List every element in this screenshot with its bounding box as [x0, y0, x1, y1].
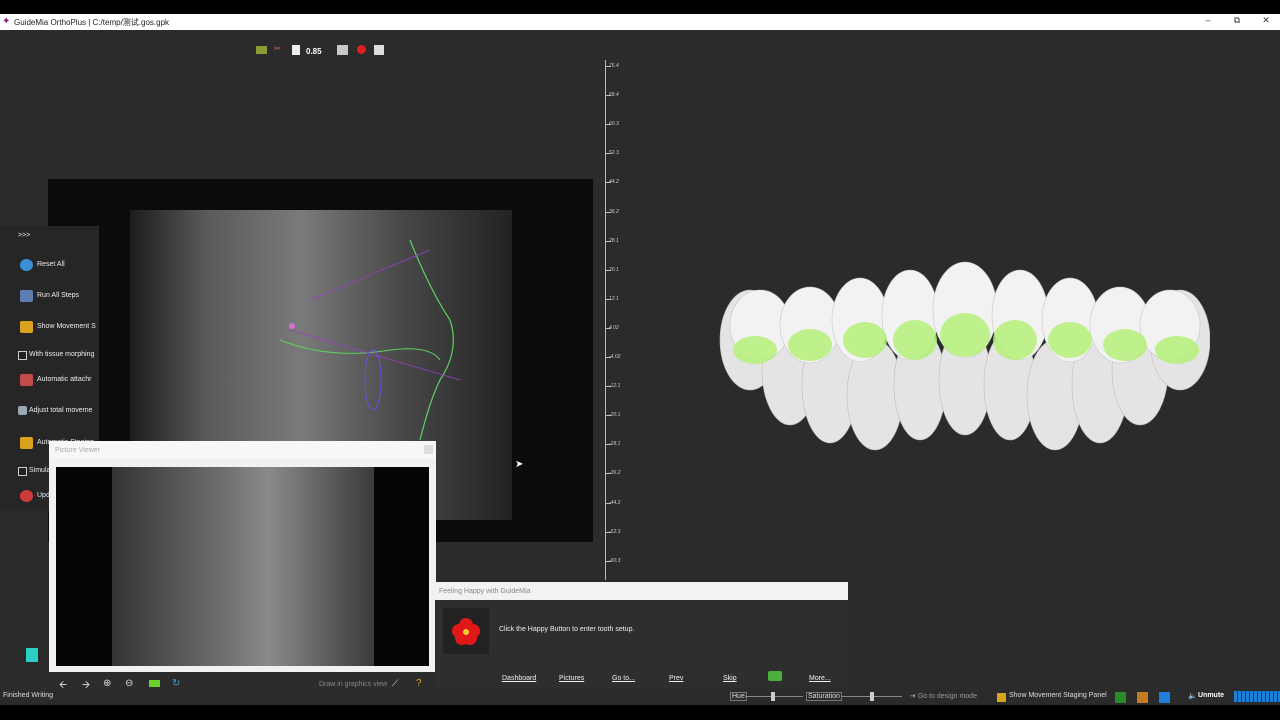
adjust-icon [18, 406, 27, 415]
ruler-label: -36.2 [609, 470, 621, 477]
viewer-close-button[interactable] [424, 445, 433, 454]
speaker-icon[interactable]: 🔈 [1188, 692, 1197, 700]
columns-icon[interactable] [1137, 692, 1148, 703]
side-panel-expand-button[interactable]: >>> [18, 232, 30, 239]
teeth-render [719, 261, 1211, 451]
ruler-label: -20.1 [609, 412, 621, 419]
ruler-label: 68.4 [609, 92, 619, 99]
zoom-value: 0.85 [306, 47, 322, 56]
ruler-label: -12.1 [609, 383, 621, 390]
ruler-label: 12.1 [609, 295, 619, 302]
automatic-attachment-button[interactable]: Automatic attachr [0, 369, 99, 391]
flower-icon [452, 618, 480, 645]
document-icon[interactable] [292, 45, 300, 55]
prev-link[interactable]: Prev [669, 675, 683, 682]
reset-icon [20, 259, 33, 271]
dashboard-link[interactable]: Dashboard [502, 675, 536, 682]
happy-dialog-header[interactable]: Feeling Happy with GuideMia [435, 582, 848, 600]
saturation-slider-handle[interactable] [870, 692, 874, 701]
ruler-label: 76.4 [609, 63, 619, 69]
tissue-morphing-checkbox[interactable]: With tissue morphing [0, 344, 99, 366]
checkbox-box[interactable] [18, 467, 27, 476]
app-logo-icon: ✦ [2, 16, 11, 27]
viewer-xray-content [112, 467, 374, 666]
staging-panel-icon [997, 693, 1006, 702]
go-to-design-mode-button[interactable]: ➔ Go to design mode [910, 692, 977, 700]
volume-meter [1234, 691, 1280, 702]
chart-icon[interactable] [1115, 692, 1126, 703]
ruler-label: 4.02 [609, 324, 619, 331]
title-bar: ✦ GuideMia OrthoPlus | C:/temp/测试.gos.gp… [0, 14, 1280, 30]
ruler-label: -4.02 [609, 354, 621, 360]
picture-viewer-header[interactable]: Picture Viewer [49, 441, 436, 459]
maximize-button[interactable]: ⧉ [1228, 15, 1246, 26]
viewer-xray-image [56, 467, 429, 666]
mouse-cursor-icon: ➤ [515, 459, 524, 470]
draw-in-graphics-label: Draw in graphics view [319, 681, 388, 688]
go-to-link[interactable]: Go to... [612, 675, 635, 682]
ruler-label: -44.2 [609, 499, 621, 506]
ruler-label: 44.2 [609, 179, 619, 186]
unmute-button[interactable]: Unmute [1198, 692, 1224, 699]
more-link[interactable]: More... [809, 675, 831, 682]
record-icon[interactable] [357, 45, 366, 54]
show-movement-staging-panel-button[interactable]: Show Movement Staging Panel [1009, 692, 1107, 699]
camera-icon[interactable] [768, 671, 782, 681]
happy-dialog-message: Click the Happy Button to enter tooth se… [499, 626, 635, 633]
picture-viewer-title: Picture Viewer [55, 447, 101, 454]
design-mode-label: Go to design mode [917, 693, 977, 700]
movement-grid-icon [20, 321, 33, 333]
layer-icon[interactable] [256, 46, 267, 54]
reset-all-button[interactable]: Reset All [0, 254, 99, 276]
layout-icon[interactable] [1159, 692, 1170, 703]
fit-icon[interactable] [149, 680, 160, 687]
window-title: GuideMia OrthoPlus | C:/temp/测试.gos.gpk [14, 18, 170, 27]
hue-slider-handle[interactable] [771, 692, 775, 701]
close-button[interactable]: ✕ [1257, 15, 1275, 26]
expand-icon[interactable] [374, 45, 384, 55]
ruler-label: 20.1 [609, 266, 619, 273]
pictures-link[interactable]: Pictures [559, 675, 584, 682]
ruler-label: 60.3 [609, 121, 619, 128]
adjust-total-movement-button[interactable]: Adjust total moveme [0, 400, 99, 422]
ruler-label: -28.1 [609, 441, 621, 448]
skip-link[interactable]: Skip [723, 675, 737, 682]
tooth-marker-icon[interactable] [26, 648, 38, 662]
update-icon [20, 490, 33, 502]
run-all-steps-button[interactable]: Run All Steps [0, 285, 99, 307]
happy-button[interactable] [443, 608, 489, 654]
checkbox-box[interactable] [18, 351, 27, 360]
ruler-label: -52.3 [609, 528, 621, 535]
ruler-label: 36.2 [609, 208, 619, 215]
happy-dialog-title: Feeling Happy with GuideMia [439, 588, 531, 595]
tooth-icon[interactable]: ✂ [274, 44, 281, 56]
status-message: Finished Writing [3, 692, 54, 699]
saturation-label: Saturation [806, 692, 842, 701]
attachment-icon [20, 374, 33, 386]
letterbox-bottom [0, 705, 1280, 720]
ruler-label: 28.1 [609, 237, 619, 244]
staging-grid-icon [20, 437, 33, 449]
happy-dialog: Feeling Happy with GuideMia Click the Ha… [435, 582, 848, 688]
dental-arch-3d-model[interactable] [715, 260, 1211, 460]
minimize-button[interactable]: – [1199, 15, 1217, 25]
ruler-label: 52.3 [609, 150, 619, 157]
hand-icon[interactable] [337, 45, 348, 55]
ruler-label: -60.3 [609, 557, 621, 564]
run-icon [20, 290, 33, 302]
show-movement-button[interactable]: Show Movement S [0, 316, 99, 338]
